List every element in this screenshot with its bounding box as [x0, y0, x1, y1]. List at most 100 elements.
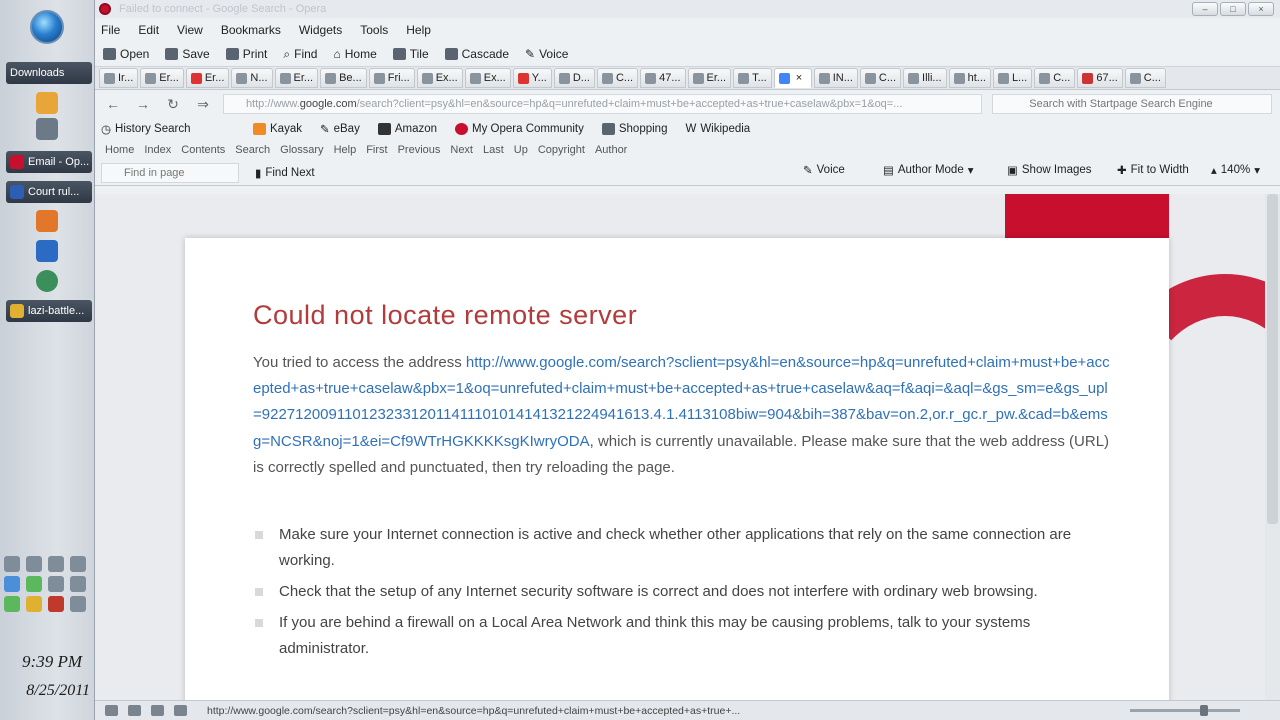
back-arrow-icon[interactable]: ← — [103, 96, 123, 112]
tab[interactable]: T... — [733, 68, 772, 88]
tab[interactable]: D... — [553, 68, 595, 88]
cloud-icon[interactable] — [128, 705, 141, 716]
tab[interactable]: Er... — [140, 68, 184, 88]
print-button[interactable]: Print — [225, 47, 267, 61]
cascade-button[interactable]: Cascade — [444, 47, 509, 61]
nav-up[interactable]: Up — [514, 144, 528, 156]
menu-help[interactable]: Help — [406, 23, 431, 37]
tab[interactable]: C... — [859, 68, 902, 88]
menu-tools[interactable]: Tools — [360, 23, 388, 37]
tab[interactable]: Ir... — [99, 68, 139, 88]
maximize-button[interactable]: □ — [1220, 2, 1246, 16]
nav-glossary[interactable]: Glossary — [280, 144, 323, 156]
tab[interactable]: Fri... — [368, 68, 415, 88]
speed-dial-icon[interactable] — [174, 705, 187, 716]
find-in-page-input[interactable]: Find in page — [101, 162, 239, 183]
tab-close-icon[interactable]: × — [796, 72, 802, 84]
taskbar-item-lazi[interactable]: lazi-battle... — [6, 300, 92, 322]
menu-bookmarks[interactable]: Bookmarks — [221, 23, 281, 37]
wordpress-icon[interactable] — [36, 270, 58, 292]
history-search[interactable]: ◷ History Search — [101, 122, 235, 136]
nav-help[interactable]: Help — [334, 144, 357, 156]
find-next-button[interactable]: ▮ Find Next — [255, 166, 315, 180]
clock-date[interactable]: 8/25/2011 — [26, 682, 90, 700]
tray-icon[interactable] — [48, 596, 64, 612]
tab[interactable]: 47... — [640, 68, 686, 88]
search-field[interactable]: Search with Startpage Search Engine — [992, 94, 1273, 114]
close-button[interactable]: × — [1248, 2, 1274, 16]
turbo-icon[interactable] — [151, 705, 164, 716]
bookmark-my-opera[interactable]: My Opera Community — [455, 123, 584, 135]
tab[interactable]: Er... — [185, 68, 230, 88]
taskbar-item-downloads[interactable]: Downloads — [6, 62, 92, 84]
bookmark-shopping[interactable]: Shopping — [601, 123, 667, 135]
nav-index[interactable]: Index — [144, 144, 171, 156]
tab[interactable]: Ex... — [416, 68, 463, 88]
tray-icon[interactable] — [48, 576, 64, 592]
tab[interactable]: Er... — [274, 68, 319, 88]
opera-logo-icon[interactable] — [99, 3, 111, 15]
tab[interactable]: N... — [231, 68, 273, 88]
forward-arrow-icon[interactable]: → — [133, 96, 153, 112]
tray-icon[interactable] — [4, 596, 20, 612]
tab[interactable]: IN... — [813, 68, 858, 88]
firefox-icon[interactable] — [36, 210, 58, 232]
author-mode-button[interactable]: ▤ Author Mode ▾ — [883, 163, 974, 177]
tray-icon[interactable] — [26, 556, 42, 572]
bookmark-amazon[interactable]: Amazon — [377, 123, 437, 135]
tab[interactable]: Illi... — [903, 68, 947, 88]
menu-file[interactable]: File — [101, 23, 120, 37]
tab[interactable]: ht... — [948, 68, 991, 88]
taskbar-item-email[interactable]: Email - Op... — [6, 151, 92, 173]
clock-time[interactable]: 9:39 PM — [22, 652, 82, 672]
find-button[interactable]: ⌕ Find — [283, 47, 317, 62]
home-button[interactable]: ⌂ Home — [333, 47, 376, 61]
tab[interactable]: Ex... — [464, 68, 511, 88]
bookmark-wikipedia[interactable]: W Wikipedia — [685, 123, 750, 135]
tray-icon[interactable] — [48, 556, 64, 572]
tray-icon[interactable] — [26, 576, 42, 592]
bookmark-kayak[interactable]: Kayak — [253, 123, 302, 135]
tray-icon[interactable] — [4, 556, 20, 572]
minimize-button[interactable]: – — [1192, 2, 1218, 16]
tab[interactable]: C... — [1034, 68, 1076, 88]
nav-contents[interactable]: Contents — [181, 144, 225, 156]
nav-home[interactable]: Home — [105, 144, 134, 156]
tab[interactable]: C... — [1124, 68, 1166, 88]
save-button[interactable]: Save — [165, 47, 210, 61]
show-images-button[interactable]: ▣ Show Images — [1007, 163, 1092, 177]
tab[interactable]: Er... — [687, 68, 732, 88]
tab[interactable]: Be... — [320, 68, 367, 88]
tab[interactable]: L... — [992, 68, 1033, 88]
address-field[interactable]: http://www.google.com/search?client=psy&… — [222, 94, 983, 114]
tray-icon[interactable] — [26, 596, 42, 612]
tab[interactable]: Y... — [512, 68, 552, 88]
reload-icon[interactable]: ↻ — [163, 96, 183, 113]
nav-copyright[interactable]: Copyright — [538, 144, 585, 156]
tab[interactable]: 67... — [1077, 68, 1123, 88]
fast-forward-icon[interactable]: ⇒ — [193, 96, 213, 113]
tray-icon[interactable] — [70, 576, 86, 592]
fit-to-width-button[interactable]: ✚ Fit to Width — [1117, 163, 1189, 177]
vertical-scrollbar[interactable] — [1265, 194, 1280, 700]
menu-view[interactable]: View — [177, 23, 203, 37]
tab-active[interactable]: × — [773, 68, 812, 88]
zoom-slider[interactable] — [1130, 705, 1240, 716]
voice-button[interactable]: ✎ Voice — [525, 47, 568, 61]
start-button[interactable] — [30, 10, 64, 44]
tray-icon[interactable] — [70, 556, 86, 572]
menu-widgets[interactable]: Widgets — [299, 23, 342, 37]
media-icon[interactable] — [36, 118, 58, 140]
scrollbar-thumb[interactable] — [1267, 194, 1278, 524]
nav-last[interactable]: Last — [483, 144, 504, 156]
panel-toggle-icon[interactable] — [105, 705, 118, 716]
open-button[interactable]: Open — [103, 47, 149, 61]
zoom-control[interactable]: ▴ 140% ▾ — [1211, 163, 1260, 177]
app-icon[interactable] — [36, 240, 58, 262]
tray-icon[interactable] — [4, 576, 20, 592]
tile-button[interactable]: Tile — [392, 47, 429, 61]
nav-search[interactable]: Search — [235, 144, 270, 156]
nav-first[interactable]: First — [366, 144, 387, 156]
volume-icon[interactable] — [70, 596, 86, 612]
tab[interactable]: C... — [596, 68, 639, 88]
